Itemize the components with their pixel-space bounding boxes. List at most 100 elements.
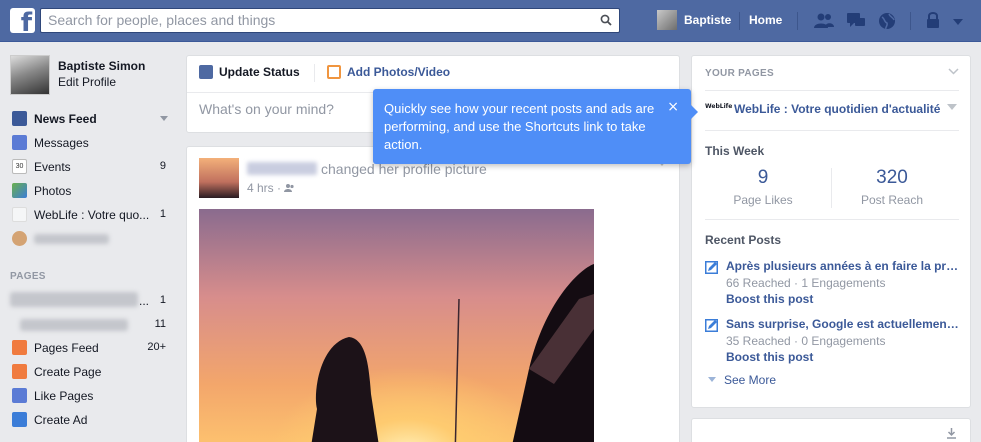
sidebar-item-label: Photos xyxy=(34,184,72,198)
post-metrics: 66 Reached · 1 Engagements xyxy=(726,276,886,290)
search-bar xyxy=(40,8,620,33)
user-icon xyxy=(12,231,27,246)
notifications-globe-icon[interactable] xyxy=(876,11,898,31)
sidebar-item-messages[interactable]: Messages xyxy=(12,134,172,152)
post-reach-label: Post Reach xyxy=(860,193,924,207)
sidebar-item-label: Pages Feed xyxy=(34,341,99,355)
post-title-link[interactable]: Sans surprise, Google est actuellement e… xyxy=(726,317,962,331)
top-bar: f Baptiste Home xyxy=(0,0,981,42)
page-name-link[interactable]: WebLife : Votre quotidien d'actualité xyxy=(734,102,942,116)
sidebar-item-pages-feed[interactable]: Pages Feed 20+ xyxy=(12,339,172,357)
feed-story: changed her profile picture 4 hrs · xyxy=(186,146,680,442)
divider xyxy=(739,12,740,30)
tab-update-status[interactable]: Update Status xyxy=(199,65,300,79)
home-link[interactable]: Home xyxy=(749,13,782,27)
chevron-down-icon[interactable] xyxy=(948,66,959,77)
count-badge: 20+ xyxy=(147,341,166,353)
divider xyxy=(705,219,959,220)
close-icon[interactable]: × xyxy=(667,99,679,115)
page-likes-label: Page Likes xyxy=(733,193,793,207)
profile-name[interactable]: Baptiste Simon xyxy=(58,59,145,73)
story-timestamp[interactable]: 4 hrs · xyxy=(247,181,295,195)
download-icon[interactable] xyxy=(946,428,957,439)
redacted-page xyxy=(10,292,138,307)
sidebar-item-label: Like Pages xyxy=(34,389,94,403)
page-likes-value[interactable]: 9 xyxy=(700,167,826,189)
sidebar-item-like-pages[interactable]: Like Pages xyxy=(12,387,172,405)
photos-icon xyxy=(12,183,27,198)
avatar[interactable] xyxy=(199,158,239,198)
boost-post-link[interactable]: Boost this post xyxy=(726,350,813,364)
sidebar-page-item[interactable]: 11 xyxy=(12,316,172,334)
sidebar-item-create-page[interactable]: Create Page xyxy=(12,363,172,381)
sidebar-item-label: Events xyxy=(34,160,71,174)
post-metrics: 35 Reached · 0 Engagements xyxy=(726,334,886,348)
panel-title: YOUR PAGES xyxy=(705,68,774,79)
chevron-down-icon[interactable] xyxy=(947,104,957,110)
sidebar-item-label: WebLife : Votre quo... xyxy=(34,208,150,222)
sidebar-item-weblife[interactable]: WebLife : Votre quo... 1 xyxy=(12,206,172,224)
status-input[interactable]: What's on your mind? xyxy=(199,101,334,117)
ellipsis: ... xyxy=(139,294,150,308)
events-icon: 30 xyxy=(12,159,27,174)
tooltip-text: Quickly see how your recent posts and ad… xyxy=(384,101,655,152)
sidebar-item-events[interactable]: 30 Events 9 xyxy=(12,158,172,176)
edit-post-icon xyxy=(705,261,718,274)
pencil-icon xyxy=(199,65,213,79)
tab-add-photos[interactable]: Add Photos/Video xyxy=(327,65,450,79)
count-badge: 1 xyxy=(159,208,166,220)
weblife-icon xyxy=(12,207,27,222)
sidebar-item-label: Create Page xyxy=(34,365,102,379)
sidebar-item-label: Messages xyxy=(34,136,89,150)
secondary-panel xyxy=(691,418,971,442)
count-badge: 1 xyxy=(159,294,166,306)
story-author[interactable] xyxy=(247,162,317,175)
search-input[interactable] xyxy=(41,9,581,31)
shortcuts-tooltip: Quickly see how your recent posts and ad… xyxy=(373,89,698,164)
facebook-logo-icon[interactable]: f xyxy=(10,8,35,33)
news-feed-icon xyxy=(12,111,27,126)
redacted-text xyxy=(34,234,109,244)
see-more-link[interactable]: See More xyxy=(708,373,776,387)
boost-post-link[interactable]: Boost this post xyxy=(726,292,813,306)
pages-feed-icon xyxy=(12,340,27,355)
chevron-down-icon[interactable] xyxy=(160,116,168,121)
edit-profile-link[interactable]: Edit Profile xyxy=(58,75,116,89)
account-menu-chevron-down-icon[interactable] xyxy=(951,11,965,31)
privacy-shortcuts-icon[interactable] xyxy=(924,11,946,31)
post-reach-value[interactable]: 320 xyxy=(829,167,955,189)
sidebar-page-item[interactable]: ... 1 xyxy=(10,292,172,310)
pages-section-title: PAGES xyxy=(10,271,46,282)
post-title-link[interactable]: Après plusieurs années à en faire la pro… xyxy=(726,259,962,273)
divider xyxy=(797,12,798,30)
create-ad-icon xyxy=(12,412,27,427)
redacted-page xyxy=(20,319,128,331)
recent-posts-heading: Recent Posts xyxy=(705,233,782,247)
chevron-down-icon xyxy=(708,377,716,382)
edit-post-icon xyxy=(705,319,718,332)
top-avatar[interactable] xyxy=(657,10,677,30)
sidebar-item-redacted[interactable] xyxy=(12,230,172,248)
sidebar-item-label: Create Ad xyxy=(34,413,88,427)
create-page-icon xyxy=(12,364,27,379)
sidebar-item-news-feed[interactable]: News Feed xyxy=(12,110,172,128)
sidebar-item-label: News Feed xyxy=(34,112,97,126)
divider xyxy=(705,130,959,131)
count-badge: 11 xyxy=(154,318,166,330)
count-badge: 9 xyxy=(159,160,166,172)
divider xyxy=(705,90,959,91)
divider xyxy=(910,12,911,30)
sidebar-item-create-ad[interactable]: Create Ad xyxy=(12,411,172,429)
profile-link[interactable]: Baptiste xyxy=(684,13,731,27)
profile-picture-photo[interactable] xyxy=(199,209,594,442)
messages-icon xyxy=(12,135,27,150)
weblife-logo: WebLife xyxy=(705,103,733,110)
messages-icon[interactable] xyxy=(845,11,867,31)
divider xyxy=(314,64,315,82)
friend-requests-icon[interactable] xyxy=(813,11,835,31)
your-pages-panel: YOUR PAGES WebLife WebLife : Votre quoti… xyxy=(691,55,971,408)
search-icon[interactable] xyxy=(600,14,612,26)
avatar[interactable] xyxy=(10,55,50,95)
sidebar-item-photos[interactable]: Photos xyxy=(12,182,172,200)
friends-audience-icon xyxy=(284,184,294,192)
